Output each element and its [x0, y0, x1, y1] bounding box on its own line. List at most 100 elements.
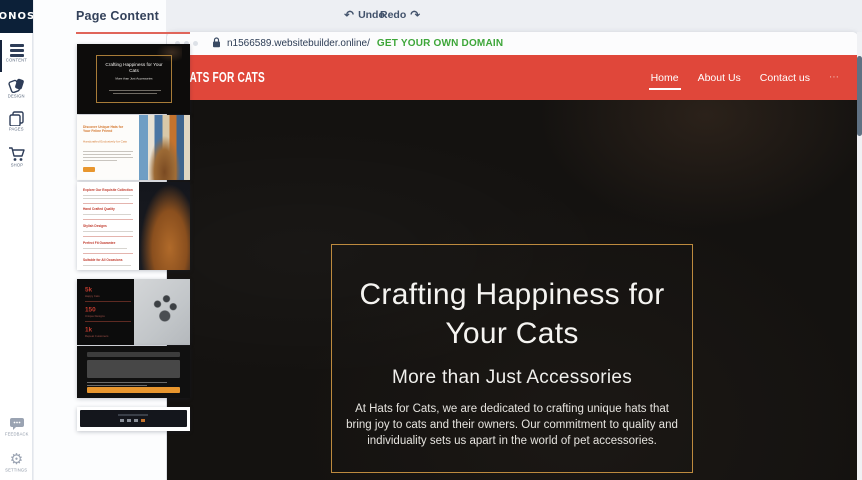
sidebar-item-shop[interactable]: SHOP — [0, 147, 33, 172]
thumbnail-hero-border-box: Crafting Happiness for Your Cats More th… — [96, 55, 172, 103]
site-nav: Home About Us Contact us ⋯ — [651, 55, 840, 100]
thumbnail-feature-heading: Stylish Designs — [83, 224, 135, 228]
nav-link-contact[interactable]: Contact us — [760, 72, 810, 84]
thumbnail-text-line — [83, 195, 133, 196]
hero-title: Crafting Happiness for Your Cats — [332, 275, 692, 353]
thumbnail-text-line — [87, 382, 167, 383]
thumbnail-footer-element — [118, 414, 148, 416]
thumbnail-divider — [85, 321, 131, 322]
sidebar-item-label: CONTENT — [6, 58, 27, 63]
redo-arrow-icon: ↷ — [410, 8, 420, 22]
redo-button[interactable]: Redo ↷ — [380, 8, 420, 22]
undo-arrow-icon: ↶ — [344, 8, 354, 22]
thumbnail-footer-element — [127, 419, 131, 422]
thumbnail-text-line — [83, 160, 117, 161]
pages-icon — [9, 111, 25, 126]
thumbnail-text-line — [113, 93, 157, 94]
canvas-scrollbar-thumb[interactable] — [857, 56, 862, 136]
sidebar-item-label: SHOP — [10, 163, 22, 168]
thumbnail-text-line — [83, 157, 133, 158]
thumbnail-divider — [83, 203, 133, 204]
hero-bordered-box[interactable]: Crafting Happiness for Your Cats More th… — [331, 244, 693, 473]
thumbnail-divider — [83, 253, 133, 254]
hero-section[interactable]: Crafting Happiness for Your Cats More th… — [167, 100, 858, 480]
thumbnail-divider — [85, 301, 131, 302]
thumbnail-feature-heading: Suitable for All Occasions — [83, 258, 135, 262]
page-content-panel: Page Content Crafting Happiness for Your… — [34, 0, 166, 480]
thumbnail-paw-print-photo — [134, 279, 190, 345]
site-url: n1566589.websitebuilder.online/ — [227, 38, 370, 49]
ionos-logo-text: IONOS — [0, 11, 33, 22]
thumbnail-text-column: Explore Our Exquisite Collection Hand Cr… — [77, 182, 139, 270]
panel-title-underline — [76, 32, 190, 34]
thumbnail-submit-button — [87, 387, 180, 393]
sidebar-item-label: DESIGN — [8, 94, 25, 99]
sidebar-item-feedback[interactable]: FEEDBACK — [0, 417, 33, 441]
thumbnail-button — [83, 167, 95, 172]
thumbnail-stat-value: 5k — [85, 286, 92, 293]
thumbnail-stat-label: Repeat Customers — [85, 335, 108, 338]
site-preview-canvas: n1566589.websitebuilder.online/ GET YOUR… — [167, 32, 858, 480]
feedback-bubble-icon — [9, 417, 25, 431]
thumbnail-cat-fur-photo — [139, 182, 190, 270]
thumbnail-divider — [83, 219, 133, 220]
thumbnail-feature-heading: Hand Crafted Quality — [83, 207, 135, 211]
panel-title: Page Content — [76, 9, 159, 23]
undo-button[interactable]: ↶ Undo — [344, 8, 385, 22]
thumbnail-feature-heading: Perfect Fit Guarantee — [83, 241, 135, 245]
sidebar-item-label: PAGES — [9, 127, 24, 132]
hero-subtitle: More than Just Accessories — [332, 367, 692, 389]
thumbnail-text-column: Discover Unique Hats for Your Feline Fri… — [77, 115, 139, 180]
get-domain-link[interactable]: GET YOUR OWN DOMAIN — [377, 38, 503, 49]
section-thumbnail-footer[interactable] — [77, 407, 190, 431]
thumbnail-divider — [83, 236, 133, 237]
nav-link-home[interactable]: Home — [651, 72, 679, 84]
ionos-logo[interactable]: IONOS — [0, 0, 33, 33]
site-header: HATS FOR CATS Home About Us Contact us ⋯ — [167, 55, 858, 100]
thumbnail-hero-subtitle: More than Just Accessories — [106, 77, 163, 80]
thumbnail-hero-title: Crafting Happiness for Your Cats — [100, 62, 168, 73]
thumbnail-text-line — [109, 90, 161, 91]
nav-link-about[interactable]: About Us — [698, 72, 741, 84]
thumbnail-text-line — [83, 151, 133, 152]
section-thumbnail-intro[interactable]: Discover Unique Hats for Your Feline Fri… — [77, 115, 190, 180]
nav-more-icon[interactable]: ⋯ — [829, 72, 840, 83]
sidebar-item-label: FEEDBACK — [5, 432, 29, 437]
section-thumbnail-stats[interactable]: 5k Happy Cats 150 Unique Designs 1k Repe… — [77, 279, 190, 345]
sidebar-item-pages[interactable]: PAGES — [0, 111, 33, 136]
thumbnail-stat-label: Unique Designs — [85, 315, 105, 318]
section-thumbnail-features[interactable]: Explore Our Exquisite Collection Hand Cr… — [77, 182, 190, 270]
shop-cart-icon — [8, 147, 25, 162]
site-brand-logo[interactable]: HATS FOR CATS — [182, 70, 265, 86]
thumbnail-footer-element — [120, 419, 124, 422]
hero-body-text: At Hats for Cats, we are dedicated to cr… — [343, 401, 681, 449]
sidebar-item-content[interactable]: CONTENT — [0, 44, 33, 67]
thumbnail-footer-element — [141, 419, 145, 422]
lock-icon — [212, 35, 221, 53]
thumbnail-heading: Discover Unique Hats for Your Feline Fri… — [83, 125, 129, 133]
thumbnail-footer-bar — [80, 410, 187, 427]
thumbnail-text-line — [83, 214, 131, 215]
canvas-scrollbar-track — [857, 32, 862, 480]
editor-toolbar: ↶ Undo Redo ↷ Preview ✓ Re-Publish — [166, 0, 862, 31]
design-icon — [8, 77, 25, 93]
thumbnail-subheading: Handcrafted Exclusively for Cats — [83, 140, 129, 143]
thumbnail-text-line — [83, 198, 129, 199]
sidebar-item-label: SETTINGS — [5, 468, 27, 473]
thumbnail-text-line — [87, 385, 147, 386]
gear-icon: ⚙ — [10, 452, 23, 467]
thumbnail-text-line — [83, 154, 131, 155]
thumbnail-feature-heading: Explore Our Exquisite Collection — [83, 188, 135, 192]
thumbnail-text-line — [83, 231, 133, 232]
sidebar-item-settings[interactable]: ⚙ SETTINGS — [0, 452, 33, 477]
redo-label: Redo — [380, 9, 406, 21]
content-icon — [9, 44, 25, 57]
section-thumbnail-hero[interactable]: Crafting Happiness for Your Cats More th… — [77, 44, 190, 114]
thumbnail-stat-value: 1k — [85, 326, 92, 333]
thumbnail-text-line — [83, 265, 131, 266]
app-sidebar: IONOS CONTENT DESIGN PAGES SHOP FEEDBACK… — [0, 0, 33, 480]
sidebar-item-design[interactable]: DESIGN — [0, 77, 33, 103]
section-thumbnail-contact-form[interactable] — [77, 346, 190, 398]
browser-chrome-bar: n1566589.websitebuilder.online/ GET YOUR… — [167, 32, 858, 55]
thumbnail-stat-label: Happy Cats — [85, 295, 100, 298]
